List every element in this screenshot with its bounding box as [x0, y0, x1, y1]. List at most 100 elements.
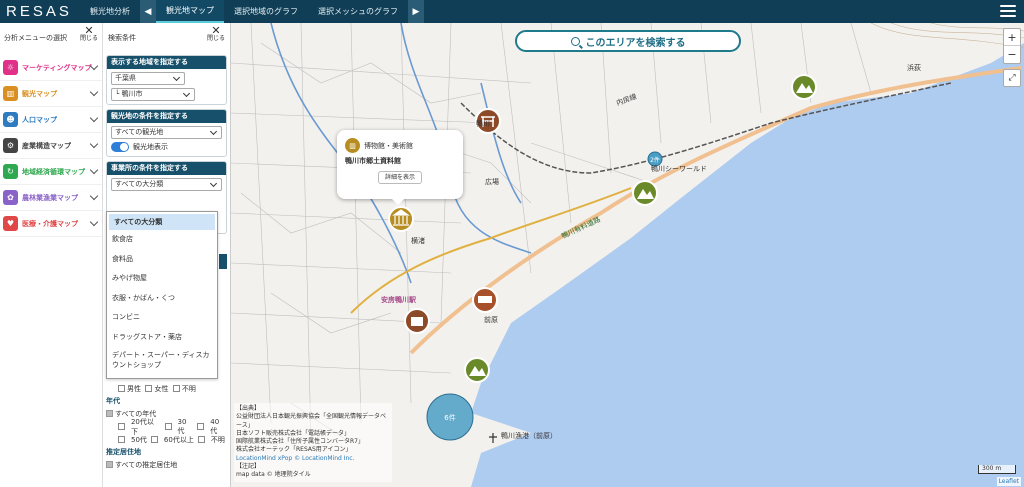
- checkbox-age-40s[interactable]: [197, 423, 205, 430]
- chevron-down-icon[interactable]: [89, 217, 99, 227]
- menu-item-icon: ↻: [3, 164, 18, 179]
- checkbox-all-residence[interactable]: [106, 461, 113, 468]
- top-navigation-bar: RESAS 観光地分析 ◀ 観光地マップ 選択地域のグラフ 選択メッシュのグラフ…: [0, 0, 1024, 23]
- popup-category: 博物館・美術館: [364, 141, 413, 150]
- dropdown-option[interactable]: 衣服・かばん・くつ: [107, 289, 217, 309]
- hamburger-menu-icon[interactable]: [1000, 5, 1016, 17]
- tab-selected-mesh-graph[interactable]: 選択メッシュのグラフ: [308, 0, 408, 23]
- sea-area: [471, 43, 1024, 487]
- checkbox-male[interactable]: [118, 385, 125, 392]
- close-icon: ✕: [211, 24, 221, 37]
- menu-item-label: 農林業漁業マップ: [22, 193, 78, 202]
- close-label: 閉じる: [79, 35, 98, 42]
- tab-sightseeing-analysis[interactable]: 観光地分析: [80, 0, 140, 23]
- maehara-label: 前原: [484, 316, 498, 324]
- kamogawa-label: 鴨川: [476, 120, 490, 128]
- menu-item-icon: ☻: [3, 112, 18, 127]
- attrib-link[interactable]: LocationMind xPop © LocationMind Inc.: [236, 455, 390, 463]
- menu-item-1[interactable]: ▥ 観光マップ: [0, 81, 102, 107]
- business-category-dropdown[interactable]: すべての大分類 飲食店 食料品 みやげ物屋 衣服・かばん・くつ コンビニ ドラッグストア・薬…: [106, 211, 218, 379]
- menu-item-icon: ▥: [3, 86, 18, 101]
- prev-tab-arrow-icon[interactable]: ◀: [140, 0, 156, 23]
- city-select[interactable]: └ 鴨川市: [111, 88, 195, 101]
- checkbox-female[interactable]: [145, 385, 153, 392]
- dropdown-option[interactable]: コンビニ: [107, 308, 217, 328]
- close-panel-button[interactable]: ✕ 閉じる: [206, 24, 225, 43]
- museum-marker-icon[interactable]: [388, 206, 414, 232]
- menu-item-label: 観光マップ: [22, 89, 57, 98]
- nature-marker-icon[interactable]: [791, 74, 817, 100]
- prefecture-select[interactable]: 千葉県: [111, 72, 185, 85]
- poi-popup: ▥ 博物館・美術館 鴨川市郷土資料館 詳細を表示: [337, 130, 463, 205]
- menu-item-icon: ⚙: [3, 138, 18, 153]
- label-age-20s: 20代以下: [130, 417, 154, 436]
- age-title: 年代: [106, 397, 120, 405]
- dropdown-option[interactable]: みやげ物屋: [107, 269, 217, 289]
- terrain-contours: [870, 23, 1024, 49]
- attrib-tiles[interactable]: map data © 地理院タイル: [236, 471, 390, 479]
- menu-item-icon: ♥: [3, 216, 18, 231]
- dropdown-option[interactable]: 食料品: [107, 250, 217, 270]
- label-age-30s: 30代: [177, 417, 187, 435]
- facility-marker-icon[interactable]: [472, 287, 498, 313]
- attrib-line: 日本ソフト販売株式会社「電話帳データ」: [236, 429, 351, 437]
- map-area[interactable]: 2件 6件 安房鴨川駅 鴨川漁港（前原） 鴨川シーワールド 鴨川有料道路 内房線…: [231, 23, 1024, 487]
- checkbox-age-60s[interactable]: [150, 436, 158, 443]
- museum-icon: ▥: [345, 138, 360, 153]
- station-label: 安房鴨川駅: [381, 296, 416, 304]
- menu-item-3[interactable]: ⚙ 産業構造マップ: [0, 133, 102, 159]
- menu-item-2[interactable]: ☻ 人口マップ: [0, 107, 102, 133]
- search-this-area-button[interactable]: このエリアを検索する: [515, 30, 741, 52]
- dropdown-option[interactable]: すべての大分類: [109, 214, 215, 230]
- tab-sightseeing-map[interactable]: 観光地マップ: [156, 0, 224, 23]
- checkbox-all-ages[interactable]: [106, 410, 113, 417]
- yokosuka-label: 横渚: [411, 237, 425, 245]
- cluster-count-2: 2件: [650, 156, 660, 164]
- close-icon: ✕: [84, 24, 94, 37]
- dropdown-option[interactable]: 飲食店: [107, 230, 217, 250]
- dropdown-option[interactable]: ドラッグストア・薬店: [107, 328, 217, 348]
- nature-marker-icon[interactable]: [464, 357, 490, 383]
- checkbox-age-20s[interactable]: [118, 423, 125, 430]
- attrib-line: 株式会社オーテック「RESAS用アイコン」: [236, 446, 352, 454]
- close-analysis-menu-button[interactable]: ✕ 閉じる: [79, 24, 98, 43]
- app-logo[interactable]: RESAS: [0, 3, 80, 20]
- menu-item-label: 産業構造マップ: [22, 141, 71, 150]
- close-label: 閉じる: [206, 35, 225, 42]
- checkbox-age-unknown[interactable]: [197, 436, 205, 443]
- checkbox-age-30s[interactable]: [164, 423, 172, 430]
- menu-item-icon: ☼: [3, 60, 18, 75]
- search-this-area-label: このエリアを検索する: [585, 37, 686, 49]
- zoom-out-button[interactable]: −: [1004, 46, 1020, 63]
- label-age-40s: 40代: [210, 417, 220, 435]
- next-tab-arrow-icon[interactable]: ▶: [408, 0, 424, 23]
- business-category-select[interactable]: すべての大分類: [111, 178, 222, 191]
- menu-item-6[interactable]: ♥ 医療・介護マップ: [0, 211, 102, 237]
- menu-item-0[interactable]: ☼ マーケティングマップ: [0, 55, 102, 81]
- checkbox-age-50s[interactable]: [118, 436, 125, 443]
- sightseeing-display-toggle[interactable]: [111, 142, 129, 152]
- chevron-down-icon[interactable]: [89, 87, 99, 97]
- tab-selected-area-graph[interactable]: 選択地域のグラフ: [224, 0, 308, 23]
- label-age-50s: 50代: [131, 435, 147, 444]
- menu-item-label: 医療・介護マップ: [22, 219, 78, 228]
- chevron-down-icon[interactable]: [89, 113, 99, 123]
- port-anchor-icon: [489, 433, 497, 443]
- nature-marker-icon[interactable]: [632, 180, 658, 206]
- fullscreen-icon[interactable]: ⤢: [1003, 69, 1021, 87]
- hiroba-label: 広場: [485, 178, 499, 186]
- chevron-down-icon[interactable]: [89, 191, 99, 201]
- zoom-in-button[interactable]: +: [1004, 29, 1020, 46]
- dropdown-option[interactable]: デパート・スーパー・ディスカウントショップ: [107, 347, 217, 373]
- checkbox-gender-unknown[interactable]: [172, 385, 180, 392]
- building-marker-icon[interactable]: [404, 308, 430, 334]
- menu-item-label: マーケティングマップ: [22, 63, 92, 72]
- chevron-down-icon[interactable]: [89, 139, 99, 149]
- leaflet-link[interactable]: Leaflet: [996, 477, 1021, 486]
- chevron-down-icon[interactable]: [89, 165, 99, 175]
- menu-item-4[interactable]: ↻ 地域経済循環マップ: [0, 159, 102, 185]
- sightseeing-select[interactable]: すべての観光地: [111, 126, 222, 139]
- show-details-button[interactable]: 詳細を表示: [378, 171, 422, 184]
- menu-item-5[interactable]: ✿ 農林業漁業マップ: [0, 185, 102, 211]
- menu-item-label: 人口マップ: [22, 115, 57, 124]
